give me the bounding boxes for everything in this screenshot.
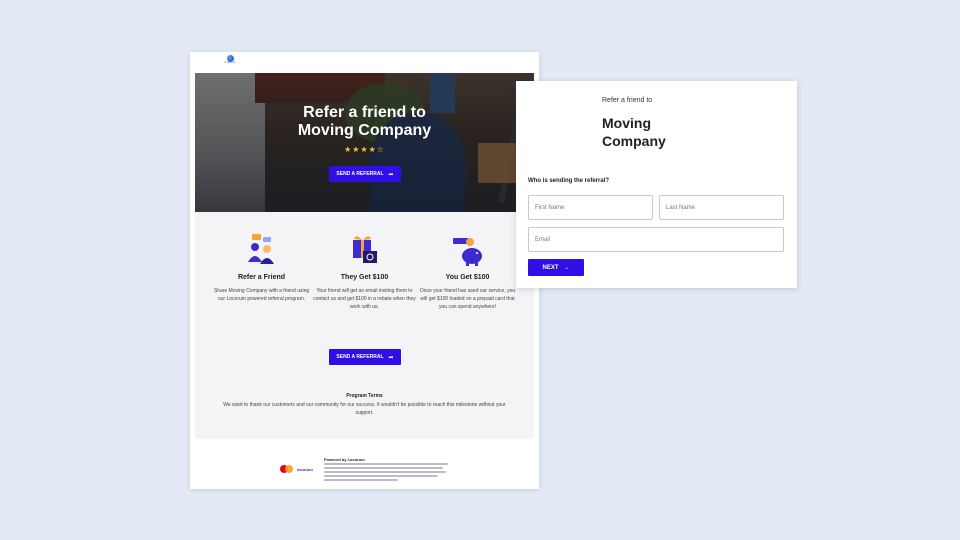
referral-landing-page: YOUR LOGO Refer a friend to Moving Compa… (190, 52, 539, 489)
people-chat-icon (244, 232, 280, 268)
hero-overlay (195, 73, 534, 212)
form-pre-title: Refer a friend to (602, 97, 653, 104)
piggy-bank-icon (450, 232, 486, 268)
step-title: Refer a Friend (237, 274, 286, 281)
hero-title-line1: Refer a friend to (303, 104, 426, 121)
send-referral-label: SEND A REFERRAL (336, 354, 384, 360)
send-referral-label: SEND A REFERRAL (336, 171, 384, 177)
share-arrow-icon: ➦ (388, 354, 394, 361)
step-they-get: They Get $100 Your friend will get an em… (313, 232, 416, 311)
arrow-right-icon: → (563, 264, 570, 271)
hero-banner: Refer a friend to Moving Company ★★★★☆ S… (195, 73, 534, 212)
step-you-get: You Get $100 Once your friend has used o… (416, 232, 519, 311)
last-name-input[interactable]: Last Name (659, 195, 784, 220)
step-title: They Get $100 (340, 274, 389, 281)
program-terms-title: Program Terms (346, 393, 383, 399)
rating-stars: ★★★★☆ (344, 145, 385, 154)
logo-mark (226, 55, 234, 62)
mastercard-logo-icon (280, 465, 294, 473)
footer: locorum Powered by Locorum (280, 457, 450, 485)
form-company-name: Moving Company (602, 115, 666, 149)
hero-title-line2: Moving Company (297, 122, 432, 139)
first-name-input[interactable]: First Name (528, 195, 653, 220)
send-referral-button[interactable]: SEND A REFERRAL ➦ (329, 166, 401, 182)
program-terms-text: We want to thank our customers and our c… (223, 402, 506, 416)
next-button[interactable]: NEXT → (528, 259, 584, 276)
step-refer-friend: Refer a Friend Share Moving Company with… (210, 232, 313, 303)
gift-card-icon (347, 232, 383, 268)
legal-fine-print (324, 463, 448, 485)
step-description: Once your friend has used our service, y… (419, 288, 516, 310)
locorum-logo: locorum (297, 467, 313, 472)
step-description: Share Moving Company with a friend using… (213, 288, 310, 302)
company-logo: YOUR LOGO (220, 55, 240, 67)
step-title: You Get $100 (445, 274, 490, 281)
send-referral-button-secondary[interactable]: SEND A REFERRAL ➦ (329, 349, 401, 365)
powered-by-text: Powered by Locorum (324, 457, 365, 462)
step-description: Your friend will get an email inviting t… (313, 288, 416, 310)
next-label: NEXT (542, 264, 559, 271)
hero-title: Refer a friend to Moving Company (195, 104, 534, 140)
how-it-works-section: Refer a Friend Share Moving Company with… (195, 212, 534, 439)
referral-form-card: Refer a friend to Moving Company Who is … (516, 81, 797, 288)
sender-question: Who is sending the referral? (528, 178, 610, 184)
logo-text: YOUR LOGO (223, 62, 237, 64)
share-arrow-icon: ➦ (388, 171, 394, 178)
email-input[interactable]: Email (528, 227, 784, 252)
